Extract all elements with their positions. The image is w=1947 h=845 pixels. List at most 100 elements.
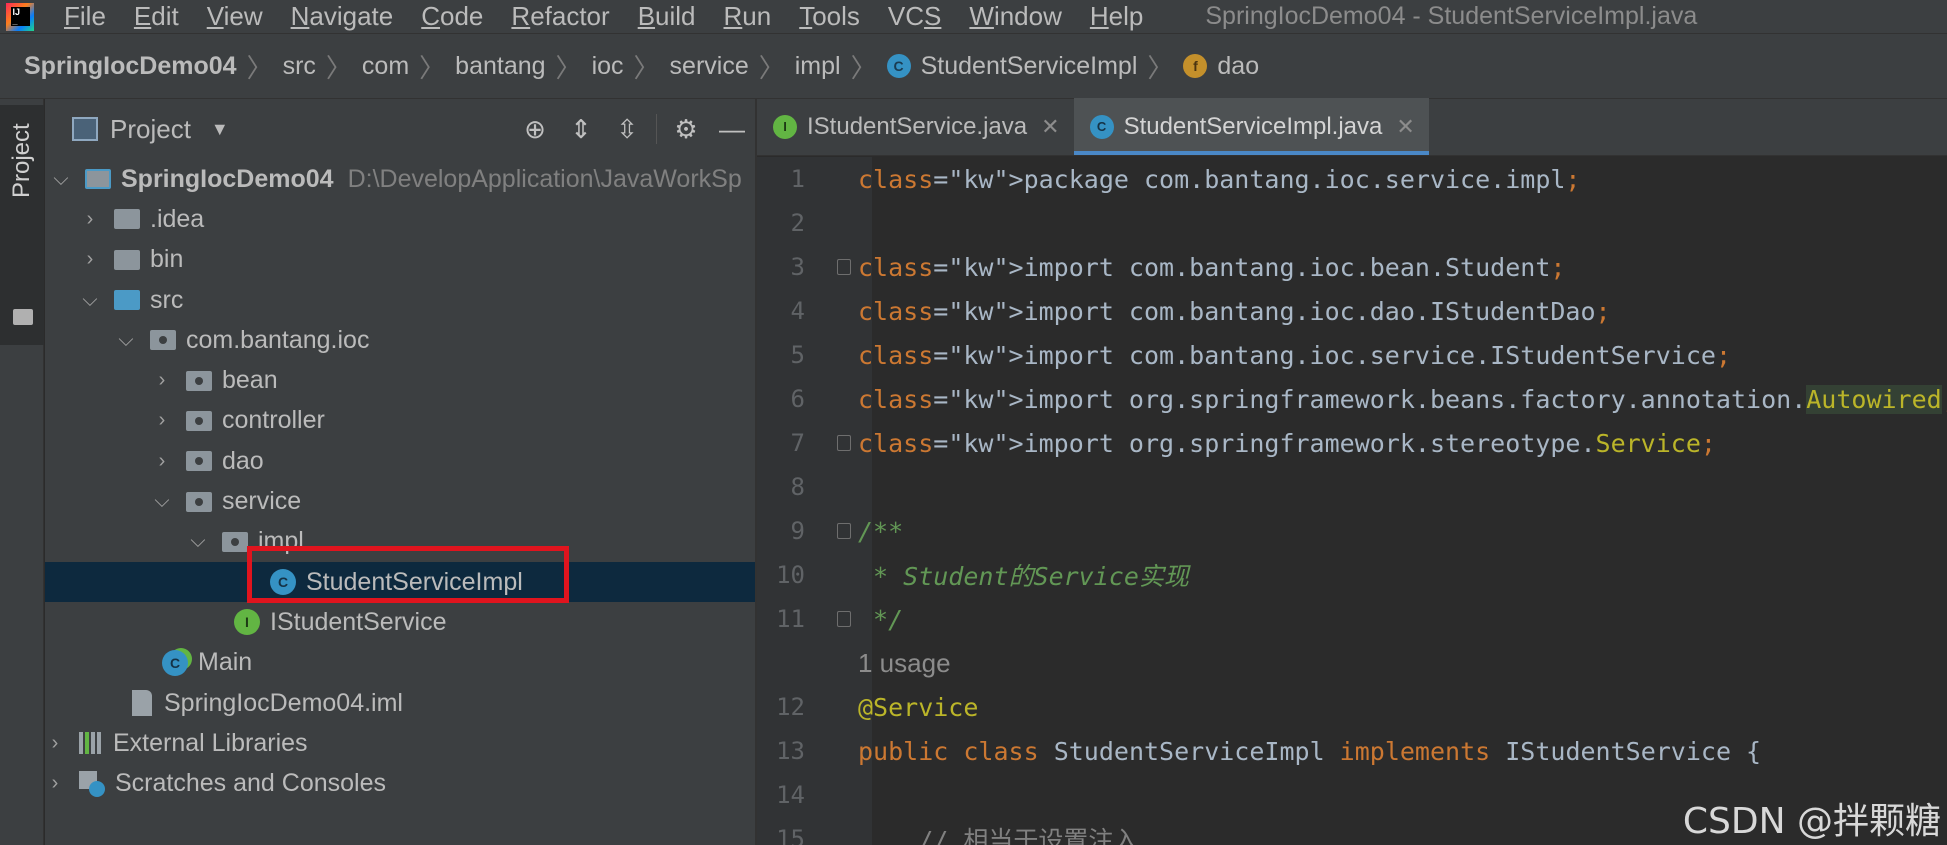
line-number: 14 <box>776 781 805 809</box>
tree-item-bean[interactable]: › bean <box>45 360 755 400</box>
line-number: 11 <box>776 605 805 633</box>
chevron-right-icon[interactable]: › <box>152 450 172 473</box>
module-folder-icon <box>85 169 111 190</box>
line-number: 3 <box>790 253 805 281</box>
menu-tools[interactable]: Tools <box>785 0 874 33</box>
chevron-down-icon[interactable]: ⌵ <box>152 490 172 513</box>
menu-build[interactable]: Build <box>624 0 710 33</box>
tree-item-dao[interactable]: › dao <box>45 441 755 481</box>
locate-file-icon[interactable]: ⊕ <box>512 106 558 152</box>
breadcrumb-src[interactable]: src <box>283 52 316 81</box>
collapse-all-icon[interactable]: ⇳ <box>604 106 650 152</box>
tree-item-src[interactable]: ⌵ src <box>45 280 755 320</box>
hide-panel-icon[interactable]: — <box>709 106 755 152</box>
breadcrumb-impl[interactable]: impl <box>795 52 841 81</box>
tree-item-idea[interactable]: › .idea <box>45 199 755 239</box>
menu-refactor[interactable]: Refactor <box>497 0 623 33</box>
code-line: 3 class="kw">import com.bantang.ioc.bean.… <box>757 245 1947 289</box>
breadcrumb-project[interactable]: SpringIocDemo04 <box>24 52 237 81</box>
toolbar-separator <box>656 114 657 144</box>
tree-item-scratches[interactable]: › Scratches and Consoles <box>45 763 755 803</box>
tab-istudentservice[interactable]: I IStudentService.java ✕ <box>757 98 1074 155</box>
tree-item-service[interactable]: ⌵ service <box>45 481 755 521</box>
tree-item-impl[interactable]: ⌵ impl <box>45 522 755 562</box>
tree-item-package-root[interactable]: ⌵ com.bantang.ioc <box>45 320 755 360</box>
line-code: */ <box>858 604 904 634</box>
chevron-down-icon[interactable]: ⌵ <box>116 329 136 352</box>
chevron-right-icon[interactable]: › <box>80 208 100 231</box>
breadcrumb: SpringIocDemo04 〉 src 〉 com 〉 bantang 〉 … <box>0 33 1947 99</box>
chevron-right-icon[interactable]: › <box>45 732 65 755</box>
window-title: SpringIocDemo04 - StudentServiceImpl.jav… <box>1205 2 1698 30</box>
menu-edit[interactable]: Edit <box>120 0 193 33</box>
breadcrumb-com[interactable]: com <box>362 52 409 81</box>
chevron-right-icon[interactable]: › <box>152 369 172 392</box>
tree-item-controller[interactable]: › controller <box>45 401 755 441</box>
chevron-right-icon: 〉 <box>1147 52 1174 83</box>
line-code: class="kw">package com.bantang.ioc.servi… <box>858 164 1581 194</box>
tree-item-bin[interactable]: › bin <box>45 240 755 280</box>
caret-down-icon[interactable]: ▼ <box>211 119 229 140</box>
project-panel-title[interactable]: Project <box>110 114 191 145</box>
tree-item-istudentservice[interactable]: I IStudentService <box>45 602 755 642</box>
source-folder-icon <box>114 290 140 311</box>
line-number: 12 <box>776 693 805 721</box>
folder-icon <box>114 249 140 270</box>
menu-code[interactable]: Code <box>407 0 497 33</box>
code-area[interactable]: 1 class="kw">package com.bantang.ioc.serv… <box>757 157 1947 845</box>
project-panel: Project ▼ ⊕ ⇕ ⇳ ⚙ — ⌵ SpringIocDemo04 D:… <box>45 99 755 845</box>
gear-icon[interactable]: ⚙ <box>663 106 709 152</box>
package-icon <box>186 451 212 472</box>
chevron-down-icon[interactable]: ⌵ <box>188 530 208 553</box>
menu-file[interactable]: File <box>50 0 120 33</box>
chevron-down-icon[interactable]: ⌵ <box>80 289 100 312</box>
tree-item-project-root[interactable]: ⌵ SpringIocDemo04 D:\DevelopApplication\… <box>45 159 755 199</box>
tree-item-studentserviceimpl[interactable]: C StudentServiceImpl <box>45 561 755 603</box>
tree-item-external-libraries[interactable]: › External Libraries <box>45 723 755 763</box>
menu-vcs[interactable]: VCS <box>874 0 955 33</box>
code-line: 2 <box>757 201 1947 245</box>
code-line: 13 public class StudentServiceImpl implem… <box>757 729 1947 773</box>
fold-icon[interactable] <box>835 609 851 629</box>
fold-icon[interactable] <box>835 257 851 277</box>
menu-window[interactable]: Window <box>955 0 1075 33</box>
intellij-logo-icon[interactable]: IJ _ <box>0 0 40 33</box>
tab-label: StudentServiceImpl.java <box>1123 112 1383 140</box>
tree-item-main[interactable]: C Main <box>45 643 755 683</box>
tree-item-path: D:\DevelopApplication\JavaWorkSp <box>347 164 742 193</box>
fold-icon[interactable] <box>835 521 851 541</box>
tree-item-label: .idea <box>150 204 205 233</box>
usage-hint[interactable]: 1 usage <box>757 641 1947 685</box>
breadcrumb-service[interactable]: service <box>670 52 749 81</box>
tab-studentserviceimpl[interactable]: C StudentServiceImpl.java ✕ <box>1073 98 1430 155</box>
code-line: 8 <box>757 465 1947 509</box>
breadcrumb-bantang[interactable]: bantang <box>455 52 545 81</box>
tree-item-label: controller <box>222 406 325 435</box>
fold-icon[interactable] <box>835 433 851 453</box>
breadcrumb-class[interactable]: C StudentServiceImpl <box>886 52 1137 81</box>
code-line: 10 * Student的Service实现 <box>757 553 1947 597</box>
tree-item-iml[interactable]: SpringIocDemo04.iml <box>45 683 755 723</box>
close-icon[interactable]: ✕ <box>1396 114 1414 140</box>
close-icon[interactable]: ✕ <box>1041 114 1059 140</box>
menu-view[interactable]: View <box>193 0 277 33</box>
runnable-class-icon: C <box>162 649 188 676</box>
editor-tab-bar: I IStudentService.java ✕ C StudentServic… <box>757 98 1947 156</box>
project-panel-header: Project ▼ ⊕ ⇕ ⇳ ⚙ — <box>45 99 755 159</box>
menu-navigate[interactable]: Navigate <box>277 0 408 33</box>
line-code: class="kw">import com.bantang.ioc.servic… <box>858 340 1731 370</box>
breadcrumb-ioc[interactable]: ioc <box>592 52 624 81</box>
breadcrumb-field[interactable]: f dao <box>1183 52 1259 81</box>
chevron-right-icon[interactable]: › <box>45 772 65 795</box>
chevron-right-icon[interactable]: › <box>152 409 172 432</box>
project-tool-tab[interactable]: Project <box>0 105 44 345</box>
chevron-down-icon[interactable]: ⌵ <box>51 168 71 191</box>
menu-help[interactable]: Help <box>1076 0 1157 33</box>
line-code: // 相当于设置注入 <box>858 826 1139 845</box>
menu-run[interactable]: Run <box>710 0 786 33</box>
interface-icon: I <box>234 609 260 636</box>
line-code: * Student的Service实现 <box>858 562 1189 591</box>
expand-all-icon[interactable]: ⇕ <box>558 106 604 152</box>
chevron-right-icon[interactable]: › <box>80 248 100 271</box>
